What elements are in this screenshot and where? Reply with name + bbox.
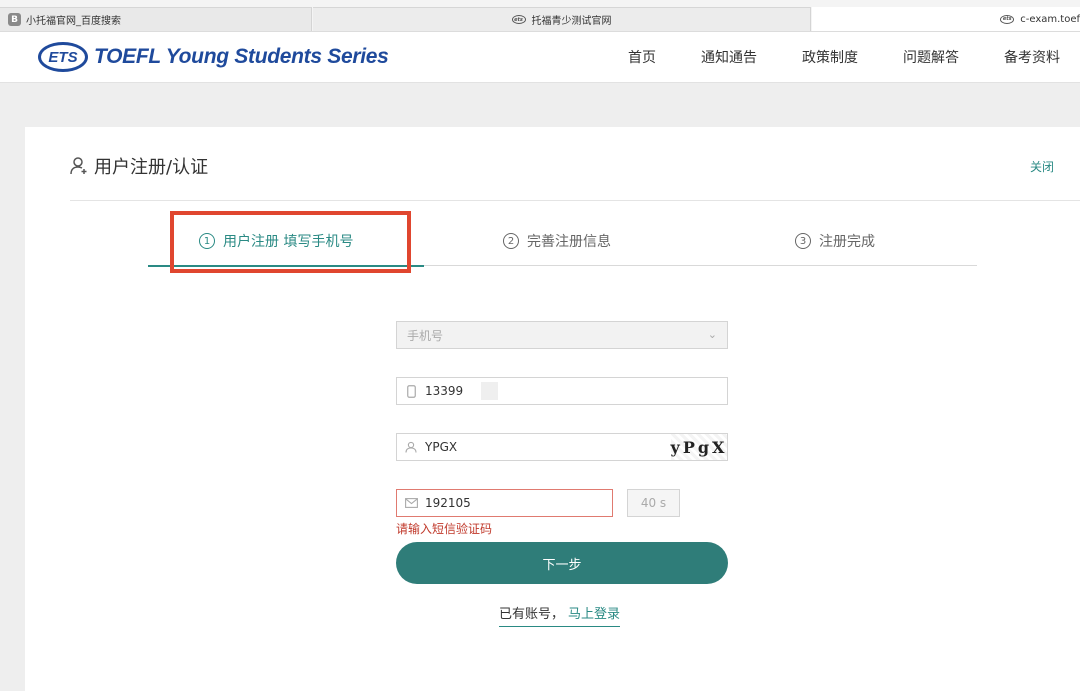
captcha-image[interactable]: yPgX <box>671 434 727 460</box>
has-account-text: 已有账号， <box>499 607 565 622</box>
browser-tab-label: c-exam.toef <box>1020 13 1080 25</box>
step-number: 3 <box>795 233 811 249</box>
select-placeholder: 手机号 <box>407 328 444 343</box>
close-link[interactable]: 关闭 <box>1030 158 1054 175</box>
user-icon <box>397 441 425 453</box>
step-number: 2 <box>503 233 519 249</box>
step-label: 注册完成 <box>819 234 875 250</box>
browser-tab-c-exam[interactable]: ets c-exam.toef <box>812 7 1080 31</box>
ets-favicon-icon: ets <box>511 15 526 24</box>
nav-item-materials[interactable]: 备考资料 <box>1004 47 1060 67</box>
captcha-value: YPGX <box>425 440 458 454</box>
nav-item-faq[interactable]: 问题解答 <box>903 47 959 67</box>
baidu-favicon-icon: B <box>8 13 21 26</box>
page-title: 用户注册/认证 <box>70 153 208 179</box>
chevron-down-icon: ⌄ <box>707 328 717 341</box>
sms-error-message: 请输入短信验证码 <box>396 522 493 536</box>
country-code-select[interactable]: 手机号 ⌄ <box>396 321 728 349</box>
nav-item-notices[interactable]: 通知通告 <box>701 47 757 67</box>
step-complete-info: 2 完善注册信息 <box>503 231 611 251</box>
registration-card: 用户注册/认证 关闭 1 用户注册 填写手机号 2 完善注册信息 3 注册完成 … <box>25 127 1080 691</box>
sms-code-value: 192105 <box>425 496 471 510</box>
ets-logo-mark: ETS <box>38 42 88 72</box>
browser-tab-bar: B 小托福官网_百度搜索 ets 托福青少测试官网 ets c-exam.toe… <box>0 0 1080 32</box>
redaction-mask <box>481 382 499 400</box>
ets-favicon-icon: ets <box>1000 14 1015 24</box>
login-link[interactable]: 马上登录 <box>568 603 620 622</box>
nav-item-policies[interactable]: 政策制度 <box>802 47 858 67</box>
user-plus-icon <box>70 157 87 175</box>
step-done: 3 注册完成 <box>795 231 875 251</box>
divider <box>70 200 1080 201</box>
next-step-button[interactable]: 下一步 <box>396 542 728 584</box>
browser-tab-label: 小托福官网_百度搜索 <box>26 16 121 27</box>
step-label: 完善注册信息 <box>527 234 611 250</box>
page-title-text: 用户注册/认证 <box>94 157 209 178</box>
browser-tab-toefl-official[interactable]: ets 托福青少测试官网 <box>313 7 811 31</box>
browser-tab-label: 托福青少测试官网 <box>531 16 612 27</box>
annotation-highlight-box <box>170 211 411 273</box>
site-logo[interactable]: ETS TOEFL Young Students Series <box>38 41 389 73</box>
phone-icon <box>397 384 425 398</box>
login-prompt: 已有账号， 马上登录 <box>499 603 621 627</box>
browser-tab-baidu[interactable]: B 小托福官网_百度搜索 <box>0 7 312 31</box>
nav-item-home[interactable]: 首页 <box>628 47 656 67</box>
site-header: ETS TOEFL Young Students Series 首页 通知通告 … <box>0 32 1080 83</box>
resend-countdown-button[interactable]: 40 s <box>627 489 680 517</box>
sms-code-input[interactable]: 192105 <box>396 489 613 517</box>
image-captcha-input[interactable]: YPGX yPgX <box>396 433 728 461</box>
logo-text: TOEFL Young Students Series <box>94 45 389 68</box>
main-nav: 首页 通知通告 政策制度 问题解答 备考资料 <box>583 32 1080 82</box>
phone-value: 13399 <box>425 384 464 398</box>
mail-icon <box>397 498 425 508</box>
phone-input[interactable]: 13399 <box>396 377 728 405</box>
